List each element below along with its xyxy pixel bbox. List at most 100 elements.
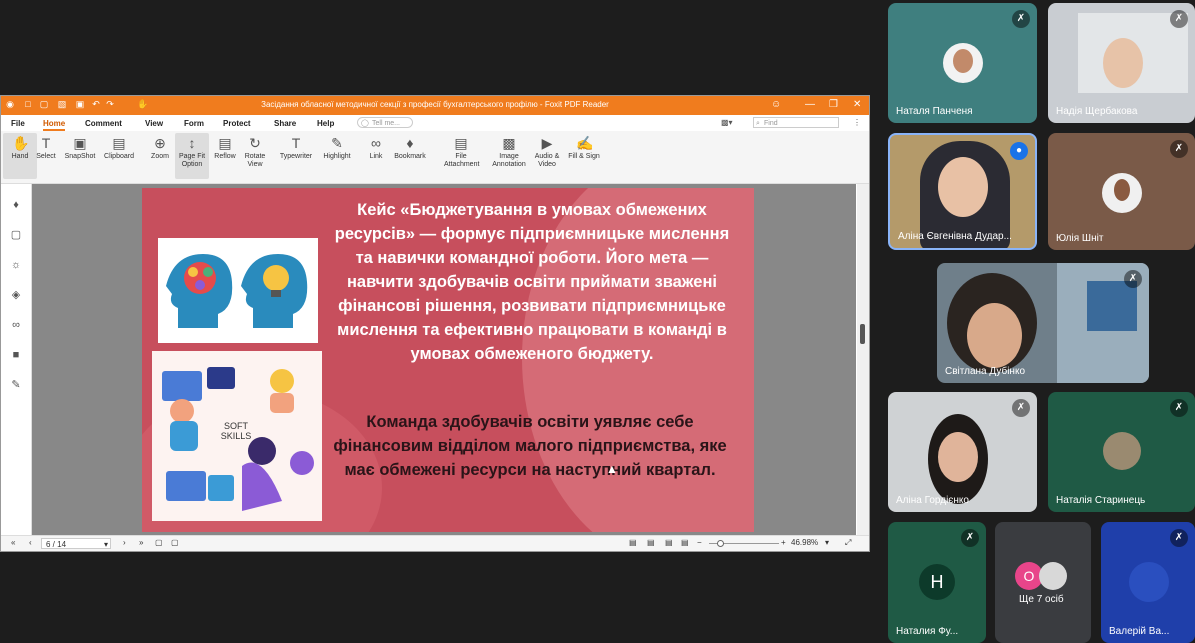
find-input[interactable]: ⌕ Find	[753, 117, 839, 128]
view-mode-facing-icon[interactable]: ▤	[665, 538, 673, 547]
file-attachment-button[interactable]: ▤ File Attachment	[444, 133, 479, 169]
menu-share[interactable]: Share	[274, 119, 296, 128]
more-participants-tile[interactable]: О Ще 7 осіб	[995, 522, 1091, 643]
bookmark-panel-icon[interactable]: ♦	[9, 198, 23, 212]
signature-panel-icon[interactable]: ✎	[9, 378, 23, 392]
pages-panel-icon[interactable]: ▢	[9, 228, 23, 242]
zoom-button[interactable]: ⊕ Zoom	[143, 133, 177, 161]
audio-video-button[interactable]: ▶ Audio & Video	[530, 133, 564, 169]
first-page-icon[interactable]: «	[11, 538, 15, 547]
participant-name: Юлія Шніт	[1056, 233, 1104, 244]
participant-tile[interactable]: ✗ Надія Щербакова	[1048, 3, 1195, 123]
continuous-view-icon[interactable]: ▢	[171, 538, 179, 547]
heads-illustration	[158, 238, 318, 343]
page-fit-label: Page Fit Option	[178, 153, 206, 168]
audio-video-label: Audio & Video	[534, 153, 560, 168]
menu-bar: File Home Comment View Form Protect Shar…	[1, 115, 869, 131]
mic-muted-icon: ✗	[1170, 140, 1188, 158]
view-mode-continuous-icon[interactable]: ▤	[647, 538, 655, 547]
fill-sign-button[interactable]: ✍ Fill & Sign	[567, 133, 601, 161]
view-mode-single-icon[interactable]: ▤	[629, 538, 637, 547]
hand-icon: ✋	[12, 135, 30, 151]
window-title: Засідання обласної методичної секції з п…	[261, 100, 609, 109]
link-label: Link	[369, 153, 383, 160]
select-tool-button[interactable]: T Select	[29, 133, 63, 161]
last-page-icon[interactable]: »	[139, 538, 143, 547]
image-annotation-button[interactable]: ▩ Image Annotation	[489, 133, 529, 169]
layers-panel-icon[interactable]: ◈	[9, 288, 23, 302]
bookmark-label: Bookmark	[394, 153, 426, 160]
participant-tile[interactable]: ✗ Наталя Панченя	[888, 3, 1037, 123]
account-icon[interactable]: ☺	[771, 99, 781, 110]
typewriter-icon: T	[291, 135, 301, 151]
clipboard-button[interactable]: ▤ Clipboard	[102, 133, 136, 161]
more-options-icon[interactable]: ⋮	[853, 118, 861, 127]
tell-me-placeholder: Tell me...	[372, 120, 401, 127]
title-bar: ◉ □ ▢ ▧ ▣ ↶ ↷ ✋ Засідання обласної метод…	[1, 96, 869, 115]
attachments-panel-icon[interactable]: ∞	[9, 318, 23, 332]
avatar	[943, 43, 983, 83]
view-mode-cover-icon[interactable]: ▤	[681, 538, 689, 547]
slide-paragraph-1: Кейс «Бюджетування в умовах обмежених ре…	[334, 201, 730, 363]
restore-button[interactable]: ❐	[829, 99, 838, 110]
page-number-input[interactable]: 6 / 14 ▾	[41, 538, 111, 549]
participant-tile[interactable]: ✗ Аліна Гордієнко	[888, 392, 1037, 512]
previous-page-icon[interactable]: ‹	[29, 538, 32, 547]
vertical-scrollbar[interactable]	[857, 184, 869, 536]
zoom-slider-handle[interactable]	[717, 540, 724, 547]
participant-tile[interactable]: ✗ Наталія Старинець	[1048, 392, 1195, 512]
participant-name: Світлана Дубінко	[945, 366, 1025, 377]
layout-icon[interactable]: ▩▾	[721, 118, 733, 127]
menu-view[interactable]: View	[145, 119, 163, 128]
menu-file[interactable]: File	[11, 119, 25, 128]
participant-tile[interactable]: Н ✗ Наталия Фу...	[888, 522, 986, 643]
scrollbar-thumb[interactable]	[860, 324, 865, 344]
bookmark-button[interactable]: ♦ Bookmark	[393, 133, 427, 161]
file-attachment-icon: ▤	[454, 135, 468, 151]
participant-tile[interactable]: ✗ Валерій Ва...	[1101, 522, 1195, 643]
rotate-view-button[interactable]: ↻ Rotate View	[238, 133, 272, 169]
speaking-indicator-icon: ●	[1010, 142, 1028, 160]
link-button[interactable]: ∞ Link	[359, 133, 393, 161]
tell-me-input[interactable]: ◯ Tell me...	[357, 117, 413, 128]
highlight-icon: ✎	[331, 135, 343, 151]
zoom-value[interactable]: 46.98%	[791, 538, 818, 547]
document-view[interactable]: SOFT SKILLS Кейс «Бюджетування в умовах …	[32, 184, 856, 536]
mic-muted-icon: ✗	[1170, 399, 1188, 417]
participant-name: Наталя Панченя	[896, 106, 973, 117]
avatar	[1103, 38, 1143, 88]
participant-name: Надія Щербакова	[1056, 106, 1138, 117]
link-icon: ∞	[371, 135, 381, 151]
page-fit-option-button[interactable]: ↕ Page Fit Option	[175, 133, 209, 179]
image-annotation-label: Image Annotation	[492, 153, 526, 168]
snapshot-button[interactable]: ▣ SnapShot	[63, 133, 97, 161]
security-panel-icon[interactable]: ■	[9, 348, 23, 362]
menu-home[interactable]: Home	[43, 119, 66, 131]
pdf-reader-window: ◉ □ ▢ ▧ ▣ ↶ ↷ ✋ Засідання обласної метод…	[0, 95, 870, 552]
participant-tile[interactable]: ✗ Світлана Дубінко	[937, 263, 1149, 383]
status-bar: « ‹ 6 / 14 ▾ › » ▢ ▢ ▤ ▤ ▤ ▤ − + 46.98% ▾…	[1, 535, 869, 551]
next-page-icon[interactable]: ›	[123, 538, 126, 547]
participant-tile-active-speaker[interactable]: ● Аліна Євгенівна Дудар...	[888, 133, 1037, 250]
typewriter-button[interactable]: T Typewriter	[279, 133, 313, 161]
highlight-button[interactable]: ✎ Highlight	[320, 133, 354, 161]
single-page-view-icon[interactable]: ▢	[155, 538, 163, 547]
reflow-button[interactable]: ▤ Reflow	[208, 133, 242, 161]
minimize-button[interactable]: —	[805, 99, 815, 110]
menu-help[interactable]: Help	[317, 119, 334, 128]
zoom-dropdown-icon[interactable]: ▾	[825, 538, 829, 547]
comments-panel-icon[interactable]: ☼	[9, 258, 23, 272]
soft-skills-label: SOFT SKILLS	[220, 421, 252, 441]
avatar	[938, 157, 988, 217]
close-button[interactable]: ✕	[853, 99, 861, 110]
participant-tile[interactable]: ✗ Юлія Шніт	[1048, 133, 1195, 250]
menu-form[interactable]: Form	[184, 119, 204, 128]
fullscreen-icon[interactable]: ⤢	[845, 538, 851, 548]
highlight-label: Highlight	[323, 153, 351, 160]
zoom-out-icon[interactable]: −	[697, 538, 702, 547]
menu-comment[interactable]: Comment	[85, 119, 122, 128]
zoom-in-icon[interactable]: +	[781, 538, 786, 547]
slide-paragraph-2: Команда здобувачів освіти уявляє себе фі…	[333, 413, 727, 479]
avatar	[1039, 562, 1067, 590]
menu-protect[interactable]: Protect	[223, 119, 251, 128]
